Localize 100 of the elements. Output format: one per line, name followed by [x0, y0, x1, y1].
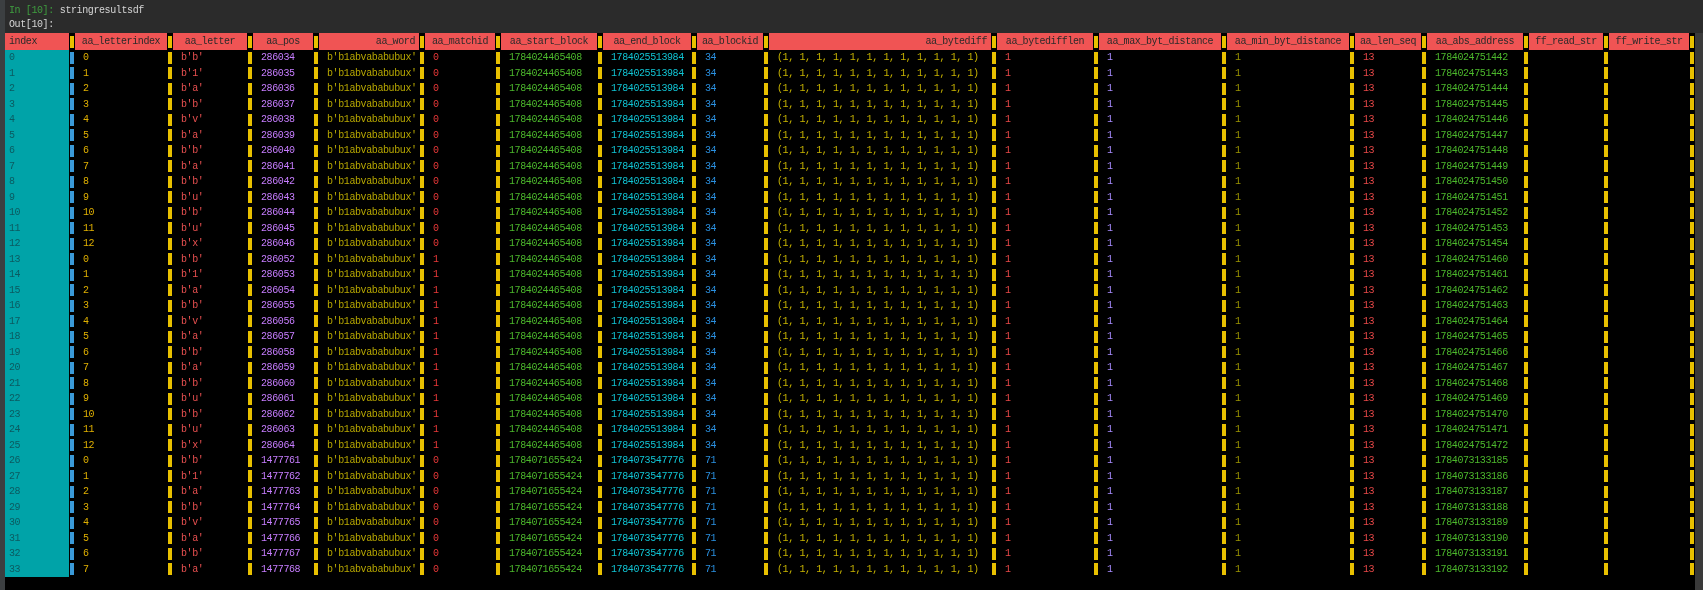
table-cell-text: b'b1abvababubux'	[327, 423, 417, 438]
table-cell-text: 286061	[261, 392, 295, 407]
table-cell-text: 1	[1235, 159, 1241, 174]
table-cell-text: 0	[433, 159, 439, 174]
table-cell-text: 34	[705, 314, 717, 329]
table-cell-text: 1	[433, 283, 439, 298]
column-header[interactable]: aa_letterindex	[75, 33, 167, 50]
column-header[interactable]: aa_word	[319, 33, 419, 50]
column-header[interactable]: aa_blockid	[697, 33, 763, 50]
table-cell-text: b'b1abvababubux'	[327, 454, 417, 469]
table-cell-text: b'b'	[181, 454, 204, 469]
column-header[interactable]: aa_max_byt_distance	[1099, 33, 1221, 50]
table-cell-text: 1	[433, 268, 439, 283]
table-cell-text: 7	[83, 562, 89, 577]
table-cell-text: 1	[1107, 407, 1113, 422]
table-cell-text: 1784071655424	[509, 562, 582, 577]
table-cell-text: (1, 1, 1, 1, 1, 1, 1, 1, 1, 1, 1, 1)	[777, 469, 979, 484]
table-cell-text: 13	[1363, 314, 1375, 329]
table-cell-text: 0	[83, 51, 89, 66]
table-cell-text: 1784025513984	[611, 314, 684, 329]
table-cell-text: 1784025513984	[611, 423, 684, 438]
row-index: 14	[5, 267, 69, 283]
table-cell-text: 13	[1363, 190, 1375, 205]
table-cell-text: 1	[1235, 252, 1241, 267]
table-cell-text: 34	[705, 330, 717, 345]
table-cell-text: b'b1abvababubux'	[327, 345, 417, 360]
column-header[interactable]: aa_bytediff	[769, 33, 991, 50]
table-cell-text: 3	[83, 500, 89, 515]
table-cell-text: b'b1abvababubux'	[327, 237, 417, 252]
table-cell-text: (1, 1, 1, 1, 1, 1, 1, 1, 1, 1, 1, 1)	[777, 159, 979, 174]
table-cell-text: 13	[1363, 330, 1375, 345]
column-header[interactable]: ff_read_str	[1529, 33, 1603, 50]
table-cell-text: 9	[83, 190, 89, 205]
column-header[interactable]: aa_letter	[173, 33, 247, 50]
column-header[interactable]: aa_bytedifflen	[997, 33, 1093, 50]
table-cell-text: 1784024465408	[509, 438, 582, 453]
table-cell-text: b'b1abvababubux'	[327, 206, 417, 221]
table-cell-text: 1	[433, 299, 439, 314]
table-cell-text: (1, 1, 1, 1, 1, 1, 1, 1, 1, 1, 1, 1)	[777, 252, 979, 267]
row-index: 26	[5, 453, 69, 469]
column-header[interactable]: aa_len_seq	[1355, 33, 1421, 50]
table-cell-text: 1784025513984	[611, 128, 684, 143]
table-cell-text: 71	[705, 562, 717, 577]
table-cell-text: 34	[705, 237, 717, 252]
table-cell-text: b'b1abvababubux'	[327, 562, 417, 577]
table-cell-text: 1784025513984	[611, 252, 684, 267]
table-cell-text: b'b1abvababubux'	[327, 66, 417, 81]
table-cell-text: 34	[705, 221, 717, 236]
table-cell-text: (1, 1, 1, 1, 1, 1, 1, 1, 1, 1, 1, 1)	[777, 516, 979, 531]
table-cell-text: (1, 1, 1, 1, 1, 1, 1, 1, 1, 1, 1, 1)	[777, 97, 979, 112]
table-cell-text: 7	[83, 361, 89, 376]
column-header[interactable]: aa_abs_address	[1427, 33, 1523, 50]
scrollbar[interactable]	[1695, 33, 1703, 590]
table-cell-text: b'b1abvababubux'	[327, 299, 417, 314]
table-cell-text: 12	[83, 438, 95, 453]
table-cell-text: 71	[705, 516, 717, 531]
row-index: 24	[5, 422, 69, 438]
table-cell-text: 1	[1005, 190, 1011, 205]
table-cell-text: b'1'	[181, 268, 204, 283]
column-header[interactable]: index	[5, 33, 69, 50]
table-cell-text: 1	[1005, 283, 1011, 298]
table-cell-text: 1477765	[261, 516, 301, 531]
table-cell-text: 1784071655424	[509, 516, 582, 531]
column-header[interactable]: aa_min_byt_distance	[1227, 33, 1349, 50]
column-header[interactable]: aa_matchid	[425, 33, 495, 50]
table-cell-text: 1	[433, 407, 439, 422]
table-cell-text: 1	[1107, 314, 1113, 329]
table-cell-text: b'a'	[181, 159, 204, 174]
row-index: 30	[5, 515, 69, 531]
table-cell-text: 0	[433, 221, 439, 236]
table-cell-text: 1	[433, 314, 439, 329]
table-cell-text: 1784073547776	[611, 469, 684, 484]
column-header[interactable]: aa_pos	[253, 33, 313, 50]
table-cell-text: 0	[433, 113, 439, 128]
table-cell-text: 1784025513984	[611, 392, 684, 407]
table-cell-text: b'u'	[181, 392, 204, 407]
table-cell-text: 1	[1235, 531, 1241, 546]
table-cell-text: b'b1abvababubux'	[327, 438, 417, 453]
table-cell-text: 1784024465408	[509, 376, 582, 391]
table-cell-text: 286063	[261, 423, 295, 438]
row-index: 20	[5, 360, 69, 376]
table-cell-text: 34	[705, 376, 717, 391]
table-cell-text: 1	[1005, 66, 1011, 81]
table-cell-text: 1	[1235, 314, 1241, 329]
row-index: 32	[5, 546, 69, 562]
table-cell-text: 1784024751467	[1435, 361, 1508, 376]
table-cell-text: 1784024465408	[509, 221, 582, 236]
table-cell-text: 1784025513984	[611, 66, 684, 81]
table-cell-text: b'u'	[181, 423, 204, 438]
table-cell-text: 1784025513984	[611, 159, 684, 174]
table-cell-text: 1784025513984	[611, 82, 684, 97]
column-header[interactable]: aa_end_block	[603, 33, 691, 50]
column-header[interactable]: ff_write_str	[1609, 33, 1689, 50]
table-cell-text: 1784024751463	[1435, 299, 1508, 314]
table-cell-text: 1784073547776	[611, 562, 684, 577]
table-cell-text: 0	[433, 82, 439, 97]
table-cell-text: 1784071655424	[509, 531, 582, 546]
table-cell-text: 13	[1363, 361, 1375, 376]
column-header[interactable]: aa_start_block	[501, 33, 597, 50]
table-cell-text: b'b1abvababubux'	[327, 144, 417, 159]
